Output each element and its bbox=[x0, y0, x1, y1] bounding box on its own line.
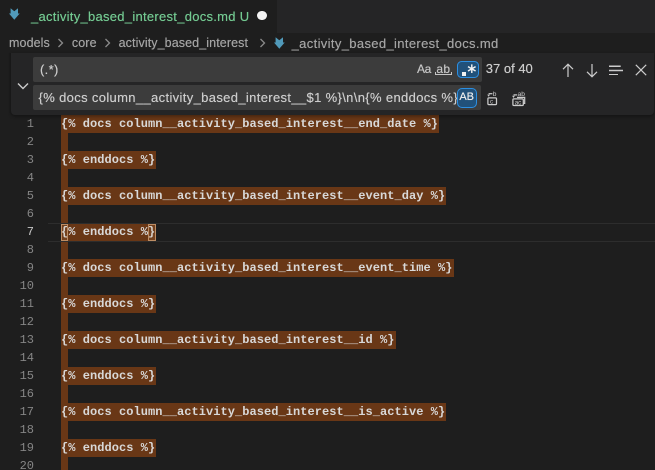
svg-text:ac: ac bbox=[515, 99, 522, 106]
svg-text:c: c bbox=[490, 98, 493, 105]
svg-text:b: b bbox=[493, 91, 497, 98]
svg-text:ab: ab bbox=[518, 90, 526, 97]
